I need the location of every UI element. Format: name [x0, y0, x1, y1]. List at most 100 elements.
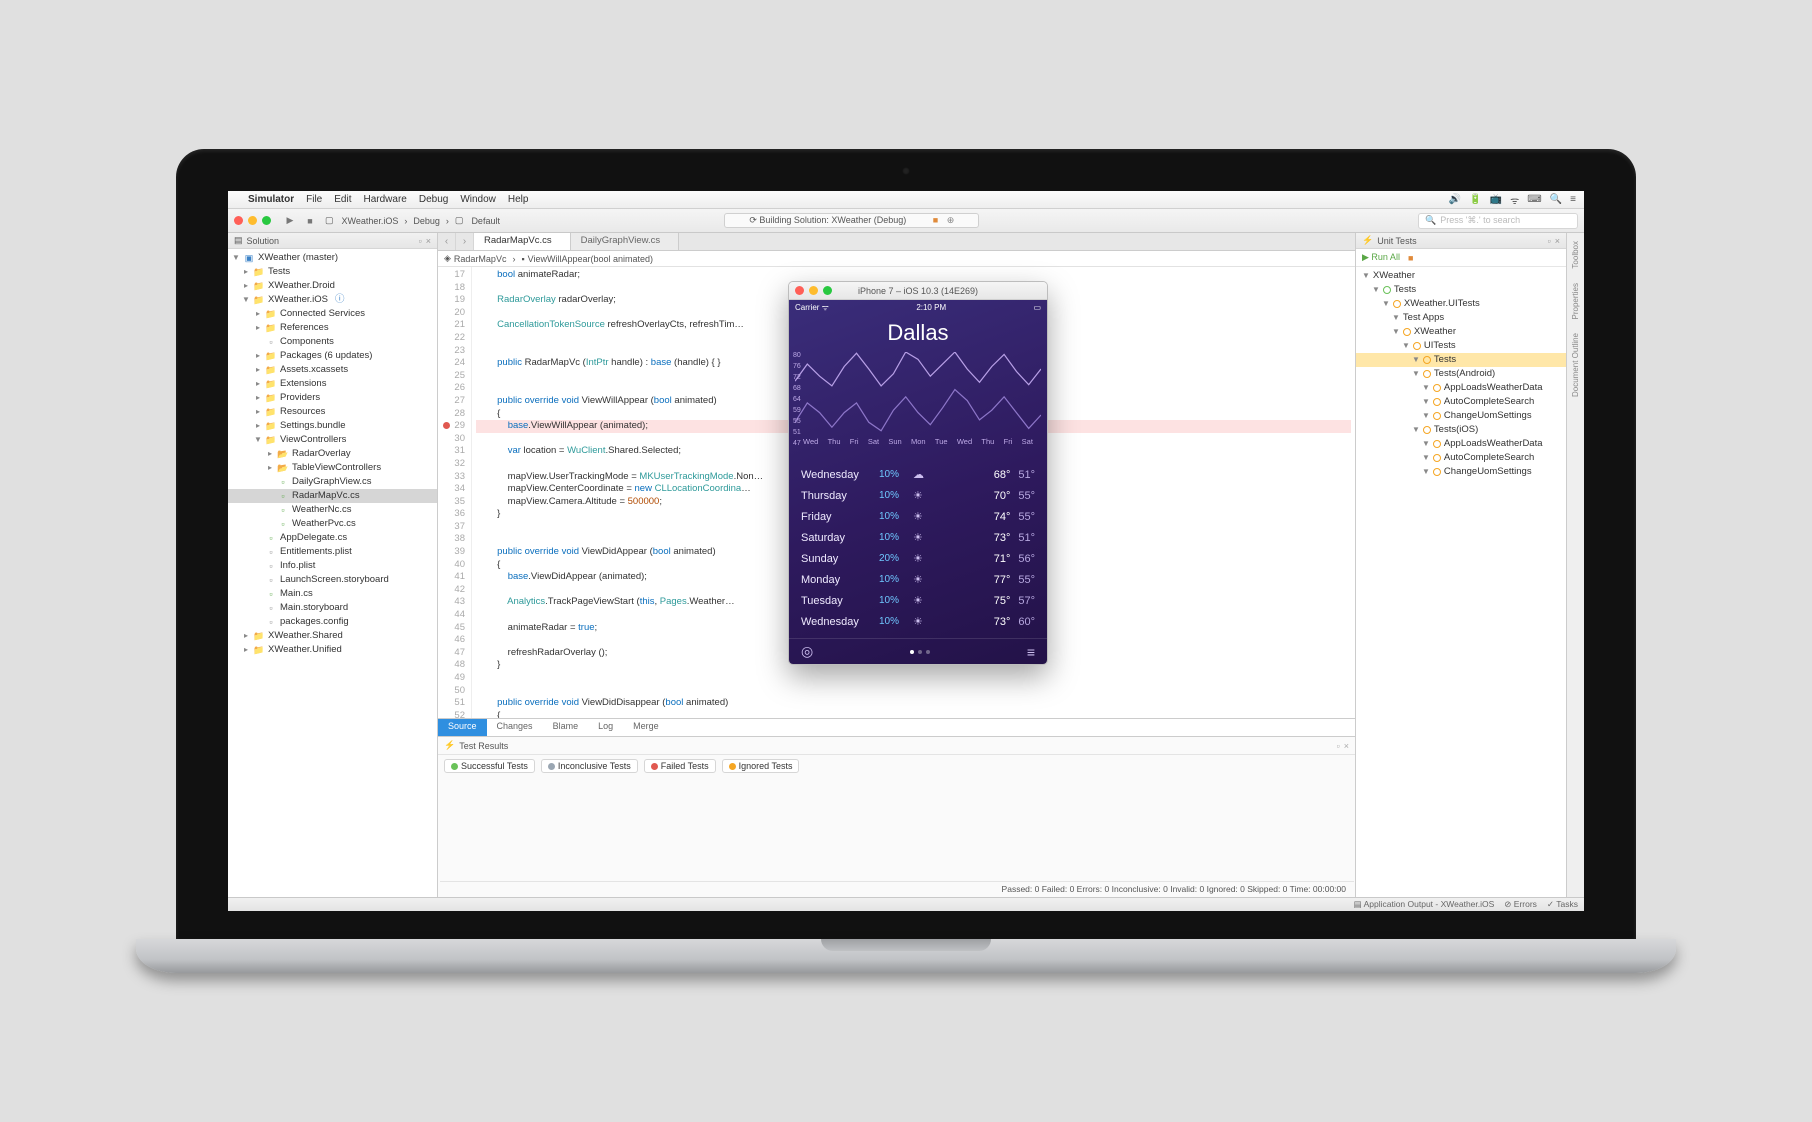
- forecast-row[interactable]: Wednesday10%☀73°60°: [789, 611, 1047, 632]
- unit-test-item[interactable]: ▼AutoCompleteSearch: [1356, 395, 1566, 409]
- stop-square-icon[interactable]: ■: [303, 214, 317, 228]
- test-filter-chip[interactable]: Successful Tests: [444, 759, 535, 773]
- ios-simulator-window[interactable]: iPhone 7 – iOS 10.3 (14E269) Carrier ᯤ 2…: [788, 281, 1048, 665]
- unit-test-tree[interactable]: ▼XWeather▼Tests▼XWeather.UITests▼Test Ap…: [1356, 267, 1566, 481]
- forecast-row[interactable]: Tuesday10%☀75°57°: [789, 590, 1047, 611]
- menu-help[interactable]: Help: [508, 194, 529, 205]
- editor-tab[interactable]: DailyGraphView.cs: [571, 233, 680, 250]
- volume-icon[interactable]: 🔊: [1449, 194, 1461, 205]
- radar-icon[interactable]: ◎: [801, 643, 813, 660]
- tree-item[interactable]: ▫Main.storyboard: [228, 601, 437, 615]
- unit-test-item[interactable]: ▼Tests(iOS): [1356, 423, 1566, 437]
- tree-item[interactable]: ▸📁Packages (6 updates): [228, 349, 437, 363]
- tab-nav-fwd-icon[interactable]: ›: [456, 233, 474, 250]
- tree-item[interactable]: ▫packages.config: [228, 615, 437, 629]
- run-button[interactable]: ▶: [283, 214, 297, 228]
- source-tab[interactable]: Log: [588, 719, 623, 736]
- forecast-list[interactable]: Wednesday10%☁68°51°Thursday10%☀70°55°Fri…: [789, 458, 1047, 638]
- battery-icon[interactable]: 🔋: [1469, 194, 1481, 205]
- crumb-config[interactable]: Debug: [411, 216, 442, 226]
- tab-document-outline[interactable]: Document Outline: [1570, 329, 1581, 401]
- source-tab[interactable]: Merge: [623, 719, 669, 736]
- status-errors[interactable]: ⊘ Errors: [1504, 899, 1537, 910]
- forecast-row[interactable]: Saturday10%☀73°51°: [789, 527, 1047, 548]
- window-traffic-lights[interactable]: [234, 216, 271, 225]
- test-filter-chip[interactable]: Ignored Tests: [722, 759, 800, 773]
- source-tab[interactable]: Blame: [543, 719, 589, 736]
- run-target-crumb[interactable]: ▢XWeather.iOS› Debug› ▢Default: [323, 215, 502, 226]
- test-filter-chip[interactable]: Failed Tests: [644, 759, 716, 773]
- tab-toolbox[interactable]: Toolbox: [1570, 237, 1581, 273]
- tree-item[interactable]: ▫DailyGraphView.cs: [228, 475, 437, 489]
- source-view-tabs[interactable]: SourceChangesBlameLogMerge: [438, 718, 1355, 736]
- editor-tab[interactable]: RadarMapVc.cs: [474, 233, 571, 250]
- tree-item[interactable]: ▸📁References: [228, 321, 437, 335]
- list-icon[interactable]: ≡: [1027, 644, 1035, 660]
- tree-item[interactable]: ▫Components: [228, 335, 437, 349]
- panel-pin-icon[interactable]: ▫: [1548, 236, 1551, 246]
- screen-icon[interactable]: 📺: [1490, 194, 1502, 205]
- editor-breadcrumb[interactable]: ◈ RadarMapVc › ▪ ViewWillAppear(bool ani…: [438, 251, 1355, 267]
- tree-item[interactable]: ▼📁ViewControllers: [228, 433, 437, 447]
- tab-properties[interactable]: Properties: [1570, 279, 1581, 323]
- unit-test-item[interactable]: ▼XWeather: [1356, 269, 1566, 283]
- crumb-target[interactable]: Default: [469, 216, 502, 226]
- status-output[interactable]: ▤ Application Output - XWeather.iOS: [1354, 899, 1495, 910]
- unit-test-item[interactable]: ▼XWeather.UITests: [1356, 297, 1566, 311]
- status-tasks[interactable]: ✓ Tasks: [1547, 899, 1578, 910]
- keyboard-icon[interactable]: ⌨: [1527, 194, 1541, 205]
- test-filter-chip[interactable]: Inconclusive Tests: [541, 759, 638, 773]
- menu-hardware[interactable]: Hardware: [363, 194, 406, 205]
- stop-tests-icon[interactable]: ■: [1408, 253, 1413, 263]
- tree-item[interactable]: ▫WeatherNc.cs: [228, 503, 437, 517]
- unit-test-item[interactable]: ▼UITests: [1356, 339, 1566, 353]
- tree-item[interactable]: ▸📂RadarOverlay: [228, 447, 437, 461]
- solution-tree[interactable]: ▼▣ XWeather (master) ▸📁Tests▸📁XWeather.D…: [228, 249, 437, 897]
- tree-item[interactable]: ▸📁Resources: [228, 405, 437, 419]
- global-search[interactable]: 🔍 Press '⌘.' to search: [1418, 213, 1578, 229]
- tree-item[interactable]: ▸📁Providers: [228, 391, 437, 405]
- unit-test-item[interactable]: ▼XWeather: [1356, 325, 1566, 339]
- menu-window[interactable]: Window: [460, 194, 496, 205]
- tree-item[interactable]: ▸📁XWeather.Droid: [228, 279, 437, 293]
- menu-edit[interactable]: Edit: [334, 194, 351, 205]
- unit-test-item[interactable]: ▼Tests: [1356, 283, 1566, 297]
- zoom-icon[interactable]: [262, 216, 271, 225]
- tree-item[interactable]: ▼📁XWeather.iOSⓘ: [228, 293, 437, 307]
- line-gutter[interactable]: 1718192021222324252627282930313233343536…: [438, 267, 472, 718]
- unit-test-item[interactable]: ▼AutoCompleteSearch: [1356, 451, 1566, 465]
- tree-item[interactable]: ▸📂TableViewControllers: [228, 461, 437, 475]
- tree-item[interactable]: ▫RadarMapVc.cs: [228, 489, 437, 503]
- panel-pin-icon[interactable]: ▫: [419, 236, 422, 246]
- crumb-project[interactable]: XWeather.iOS: [340, 216, 401, 226]
- tree-item[interactable]: ▸📁XWeather.Shared: [228, 629, 437, 643]
- menu-debug[interactable]: Debug: [419, 194, 448, 205]
- panel-close-icon[interactable]: ×: [426, 236, 431, 246]
- panel-close-icon[interactable]: ×: [1555, 236, 1560, 246]
- menu-file[interactable]: File: [306, 194, 322, 205]
- right-sidebar-tabs[interactable]: Toolbox Properties Document Outline: [1566, 233, 1584, 897]
- close-icon[interactable]: [234, 216, 243, 225]
- close-icon[interactable]: [795, 286, 804, 295]
- minimize-icon[interactable]: [248, 216, 257, 225]
- tree-item[interactable]: ▸📁Settings.bundle: [228, 419, 437, 433]
- unit-test-item[interactable]: ▼Tests(Android): [1356, 367, 1566, 381]
- tree-item[interactable]: ▸📁Tests: [228, 265, 437, 279]
- tree-item[interactable]: ▫WeatherPvc.cs: [228, 517, 437, 531]
- phone-screen[interactable]: Carrier ᯤ 2:10 PM ▭ Dallas 8076726864595…: [789, 300, 1047, 664]
- tree-item[interactable]: ▸📁XWeather.Unified: [228, 643, 437, 657]
- source-tab[interactable]: Source: [438, 719, 487, 736]
- forecast-row[interactable]: Monday10%☀77°55°: [789, 569, 1047, 590]
- panel-close-icon[interactable]: ×: [1344, 741, 1349, 751]
- menu-extras-icon[interactable]: ≡: [1570, 194, 1576, 205]
- unit-test-item[interactable]: ▼AppLoadsWeatherData: [1356, 381, 1566, 395]
- page-dots[interactable]: [910, 650, 930, 654]
- tree-item[interactable]: ▫AppDelegate.cs: [228, 531, 437, 545]
- forecast-row[interactable]: Thursday10%☀70°55°: [789, 485, 1047, 506]
- tree-item[interactable]: ▫Main.cs: [228, 587, 437, 601]
- tab-nav-back-icon[interactable]: ‹: [438, 233, 456, 250]
- tree-item[interactable]: ▫Entitlements.plist: [228, 545, 437, 559]
- unit-test-item[interactable]: ▼Test Apps: [1356, 311, 1566, 325]
- wifi-icon[interactable]: ᯤ: [1510, 193, 1519, 207]
- tree-item[interactable]: ▸📁Extensions: [228, 377, 437, 391]
